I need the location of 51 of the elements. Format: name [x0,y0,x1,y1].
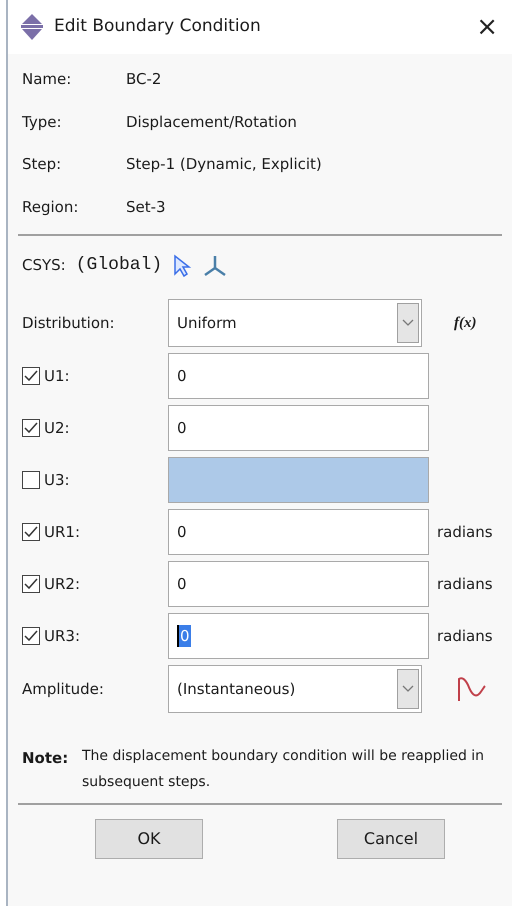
window-title: Edit Boundary Condition [54,15,262,38]
function-label[interactable]: f(x) [454,312,476,334]
component-label: U1: [43,366,71,387]
axes-icon[interactable] [202,254,228,278]
value-field[interactable]: 0 [168,613,429,659]
distribution-dropdown[interactable]: Uniform [168,299,422,347]
unit-label: radians [437,574,493,595]
info-value: Step-1 (Dynamic, Explicit) [126,154,322,175]
amplitude-label: Amplitude: [22,678,105,700]
field-value: 0 [177,418,187,439]
amplitude-dropdown[interactable]: (Instantaneous) [168,665,422,713]
component-label: UR2: [43,574,81,595]
dialog-button[interactable]: Cancel [337,819,445,859]
info-value: Set-3 [126,196,166,218]
component-label: U3: [43,470,71,491]
note-text: The displacement boundary condition will be reapplied in subsequent steps. [82,747,486,792]
checkbox[interactable] [22,627,40,645]
wave-icon[interactable] [456,675,488,703]
component-label: UR3: [43,626,81,647]
info-label: Name: [22,69,72,90]
field-value: 0 [177,624,191,648]
dialog-button[interactable]: OK [95,819,203,859]
checkbox[interactable] [22,367,40,385]
csys-value: (Global) [76,254,162,277]
value-field[interactable]: 0 [168,561,429,607]
info-label: Type: [22,112,63,132]
unit-label: radians [437,522,493,543]
app-icon [18,13,46,41]
component-label: U2: [43,418,71,439]
close-button[interactable]: × [472,14,502,40]
info-label: Step: [22,154,62,175]
checkbox[interactable] [22,575,40,593]
cursor-arrow-icon[interactable] [172,254,192,278]
checkbox[interactable] [22,523,40,541]
checkbox[interactable] [22,471,40,489]
distribution-label: Distribution: [22,312,116,334]
checkbox[interactable] [22,419,40,437]
note-label: Note: [22,748,70,769]
unit-label: radians [437,626,493,647]
csys-label: CSYS: [22,255,66,276]
component-label: UR1: [43,522,81,543]
field-value: 0 [177,366,187,387]
value-field[interactable]: 0 [168,405,429,451]
field-value: 0 [177,574,187,595]
field-value: 0 [177,522,187,543]
value-field[interactable] [168,457,429,503]
info-value: BC-2 [126,69,162,90]
value-field[interactable]: 0 [168,353,429,399]
info-label: Region: [22,196,80,218]
info-value: Displacement/Rotation [126,112,297,132]
value-field[interactable]: 0 [168,509,429,555]
